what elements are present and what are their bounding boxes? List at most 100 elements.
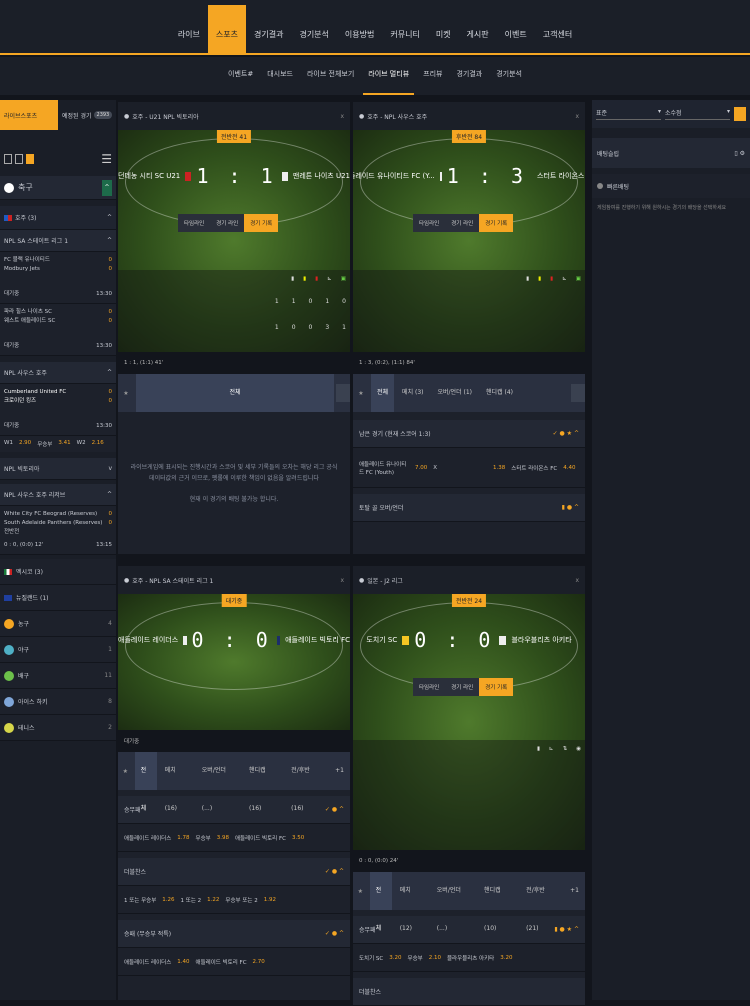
star-icon[interactable]: ★ bbox=[118, 390, 134, 397]
tab-timeline[interactable]: 타임라인 bbox=[413, 214, 446, 232]
odds-value[interactable]: 2.10 bbox=[429, 955, 441, 961]
tab-more[interactable]: +1 bbox=[329, 752, 350, 790]
quick-bet-row[interactable]: 빠른배팅 bbox=[592, 174, 750, 198]
tab-match[interactable]: 메치 (16) bbox=[159, 752, 194, 812]
market-header[interactable]: 승무패 ▮ ● ★ ^ bbox=[353, 916, 585, 944]
more-icon[interactable] bbox=[571, 384, 585, 402]
odds-value[interactable]: 1.38 bbox=[493, 465, 505, 471]
odds-value[interactable]: 1.92 bbox=[264, 897, 276, 903]
odds-format-select[interactable]: 소수점 ▾ bbox=[665, 108, 730, 120]
subnav-event[interactable]: 이벤트# bbox=[223, 57, 258, 95]
view-compact-icon[interactable] bbox=[15, 154, 23, 164]
odds-value[interactable]: 2.70 bbox=[253, 959, 265, 965]
tab-handicap[interactable]: 핸디캡 (4) bbox=[480, 374, 519, 412]
star-icon[interactable]: ★ bbox=[353, 888, 368, 895]
chevron-up-icon[interactable]: ^ bbox=[107, 491, 112, 498]
market-header[interactable]: 승무패 ✓ ● ^ bbox=[118, 796, 350, 824]
nav-support[interactable]: 고객센터 bbox=[535, 5, 580, 53]
view-list-icon[interactable] bbox=[4, 154, 12, 164]
list-item[interactable]: Cumberland United FC 0 크로이던 킹즈 0 대기중 13:30 bbox=[0, 384, 116, 436]
nav-market[interactable]: 미켓 bbox=[428, 5, 459, 53]
subnav-preview[interactable]: 프리뷰 bbox=[418, 57, 447, 95]
odds-value[interactable]: 3.41 bbox=[58, 440, 70, 448]
tab-all[interactable]: 전체 bbox=[371, 374, 395, 412]
chevron-up-icon[interactable]: ^ bbox=[107, 369, 112, 376]
chevron-down-icon[interactable]: v bbox=[108, 465, 112, 472]
market-header[interactable]: 토탈 골 오버/언더 ▮ ● ^ bbox=[353, 494, 585, 522]
chevron-up-icon[interactable]: ^ bbox=[107, 214, 112, 221]
odds-value[interactable]: 1.26 bbox=[162, 897, 174, 903]
close-icon[interactable]: x bbox=[575, 577, 579, 584]
list-item[interactable]: 파라 힐스 나이츠 SC 0 웨스트 애들레이드 SC 0 대기중 13:30 bbox=[0, 304, 116, 356]
tab-handicap[interactable]: 핸디캡 (16) bbox=[243, 752, 283, 812]
odds-value[interactable]: 7.00 bbox=[415, 465, 427, 471]
tab-stats[interactable]: 경기 기록 bbox=[479, 678, 514, 696]
star-icon[interactable]: ★ bbox=[353, 390, 369, 397]
market-header[interactable]: 더블찬스 bbox=[353, 978, 585, 1006]
nav-community[interactable]: 커뮤니티 bbox=[382, 5, 427, 53]
tab-lineup[interactable]: 경기 라인 bbox=[210, 214, 245, 232]
odds-value[interactable]: 1.78 bbox=[177, 835, 189, 841]
subnav-dashboard[interactable]: 대시보드 bbox=[262, 57, 298, 95]
nav-analysis[interactable]: 경기분석 bbox=[291, 5, 336, 53]
tab-half[interactable]: 전/후반 (16) bbox=[285, 752, 327, 812]
sport-tennis[interactable]: 테니스 2 bbox=[0, 715, 116, 741]
tab-stats[interactable]: 경기 기록 bbox=[479, 214, 514, 232]
sport-soccer[interactable]: 축구 ^ bbox=[0, 176, 116, 200]
odds-value[interactable]: 3.98 bbox=[217, 835, 229, 841]
close-icon[interactable]: x bbox=[340, 113, 344, 120]
close-icon[interactable]: x bbox=[575, 113, 579, 120]
odds-type-select[interactable]: 표준 ▾ bbox=[596, 108, 661, 120]
odds-value[interactable]: 2.90 bbox=[19, 440, 31, 448]
league-npl-sa-1[interactable]: NPL SA 스테이트 리그 1 ^ bbox=[0, 230, 116, 252]
tab-lineup[interactable]: 경기 라인 bbox=[445, 214, 480, 232]
nav-results[interactable]: 경기결과 bbox=[246, 5, 291, 53]
sport-volleyball[interactable]: 배구 11 bbox=[0, 663, 116, 689]
tab-lineup[interactable]: 경기 라인 bbox=[445, 678, 480, 696]
odds-value[interactable]: 4.40 bbox=[563, 465, 575, 471]
collapse-icon[interactable]: ^ bbox=[102, 179, 112, 196]
view-grid-icon[interactable] bbox=[26, 154, 34, 164]
nav-event[interactable]: 이벤트 bbox=[497, 5, 535, 53]
menu-icon[interactable]: ☰ bbox=[101, 152, 112, 166]
tab-all[interactable]: 전체 bbox=[134, 752, 157, 812]
region-new-zealand[interactable]: 뉴질랜드 (1) bbox=[0, 585, 116, 611]
region-mexico[interactable]: 멕시코 (3) bbox=[0, 559, 116, 585]
tab-over-under[interactable]: 오버/언더 (1) bbox=[432, 374, 479, 412]
list-item[interactable]: FC 블랙 유나이티드 0 Modbury Jets 0 대기중 13:30 bbox=[0, 252, 116, 304]
more-icon[interactable] bbox=[336, 384, 350, 402]
odds-value[interactable]: 3.50 bbox=[292, 835, 304, 841]
tab-timeline[interactable]: 타임라인 bbox=[178, 214, 211, 232]
tab-live-sports[interactable]: 라이브스포츠 bbox=[0, 100, 58, 130]
odds-value[interactable]: 2.16 bbox=[92, 440, 104, 448]
trash-icon[interactable]: ▯ ⚙ bbox=[734, 150, 745, 157]
odds-value[interactable]: 3.20 bbox=[389, 955, 401, 961]
subnav-live-multiview[interactable]: 라이브 멀티뷰 bbox=[363, 57, 415, 95]
nav-board[interactable]: 게시판 bbox=[459, 5, 497, 53]
tab-stats[interactable]: 경기 기록 bbox=[244, 214, 279, 232]
sport-basketball[interactable]: 농구 4 bbox=[0, 611, 116, 637]
league-npl-victoria[interactable]: NPL 빅토리아 v bbox=[0, 458, 116, 480]
toggle-icon[interactable] bbox=[597, 183, 603, 189]
tab-over-under[interactable]: 오버/언더 (...) bbox=[431, 872, 476, 932]
region-australia[interactable]: 호주 (3) ^ bbox=[0, 206, 116, 230]
tab-timeline[interactable]: 타임라인 bbox=[413, 678, 446, 696]
tab-upcoming[interactable]: 예정된 경기 2393 bbox=[58, 100, 116, 130]
tab-over-under[interactable]: 오버/언더 (...) bbox=[196, 752, 241, 812]
market-header[interactable]: 승패 (무승부 적특) ✓ ● ^ bbox=[118, 920, 350, 948]
chevron-up-icon[interactable]: ^ bbox=[107, 237, 112, 244]
subnav-results[interactable]: 경기결과 bbox=[451, 57, 487, 95]
tab-handicap[interactable]: 핸디캡 (10) bbox=[478, 872, 518, 932]
subnav-live-all[interactable]: 라이브 전체보기 bbox=[302, 57, 359, 95]
tab-half[interactable]: 전/후반 (21) bbox=[520, 872, 562, 932]
odds-value[interactable]: 1.22 bbox=[207, 897, 219, 903]
close-icon[interactable]: x bbox=[340, 577, 344, 584]
nav-live[interactable]: 라이브 bbox=[170, 5, 208, 53]
sport-baseball[interactable]: 야구 1 bbox=[0, 637, 116, 663]
subnav-analysis[interactable]: 경기분석 bbox=[491, 57, 527, 95]
settings-icon[interactable] bbox=[734, 107, 746, 121]
tab-all[interactable]: 전체 bbox=[136, 374, 334, 412]
tab-match[interactable]: 메치 (3) bbox=[396, 374, 429, 412]
odds-value[interactable]: 3.20 bbox=[500, 955, 512, 961]
league-npl-south-au[interactable]: NPL 사우스 호주 ^ bbox=[0, 362, 116, 384]
